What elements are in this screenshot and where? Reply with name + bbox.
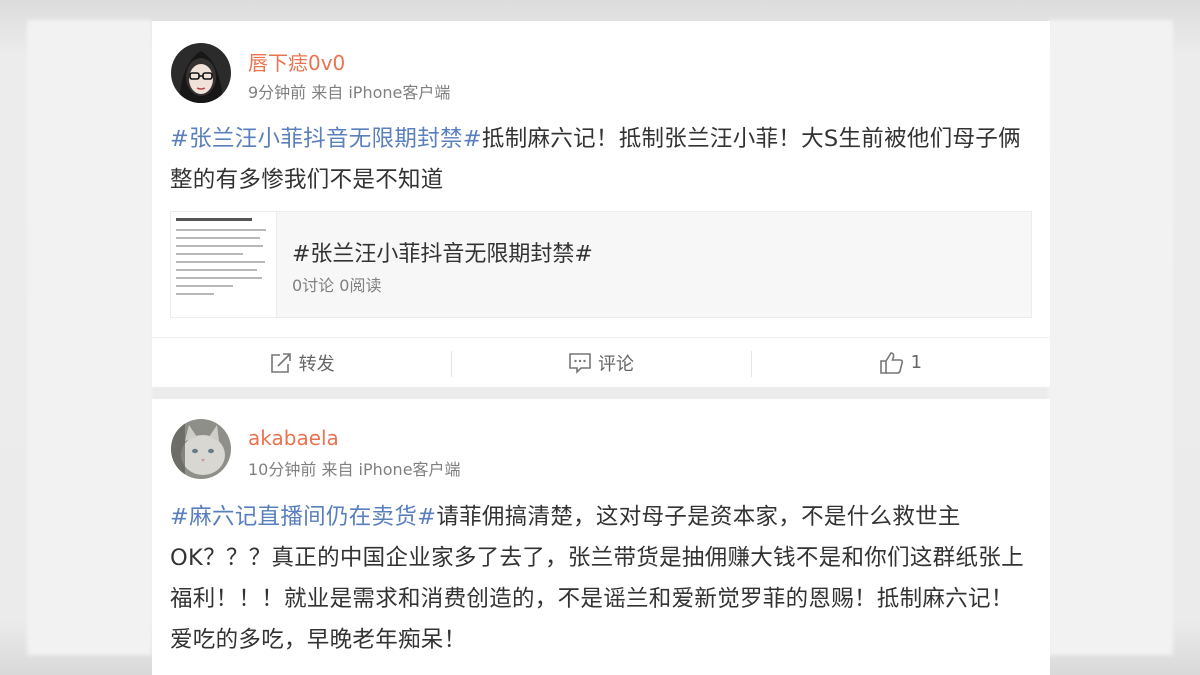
comment-icon xyxy=(569,352,591,374)
topic-stats: 0讨论 0阅读 xyxy=(292,276,382,295)
blurred-edge-left xyxy=(27,20,152,655)
post-content: #张兰汪小菲抖音无限期封禁#抵制麻六记！抵制张兰汪小菲！大S生前被他们母子俩整的… xyxy=(170,119,1034,201)
post-meta: 9分钟前 来自 iPhone客户端 xyxy=(248,83,451,102)
avatar[interactable] xyxy=(171,43,231,103)
like-button[interactable]: 1 xyxy=(750,338,1050,387)
comment-button[interactable]: 评论 xyxy=(451,338,750,387)
blurred-edge-right xyxy=(1048,20,1173,655)
username[interactable]: 唇下痣0v0 xyxy=(248,47,345,76)
topic-thumbnail xyxy=(171,212,277,317)
avatar[interactable] xyxy=(171,419,231,479)
topic-title[interactable]: #张兰汪小菲抖音无限期封禁# xyxy=(292,236,593,268)
repost-button[interactable]: 转发 xyxy=(152,338,451,387)
weibo-post: 唇下痣0v0 9分钟前 来自 iPhone客户端 #张兰汪小菲抖音无限期封禁#抵… xyxy=(152,21,1050,387)
hashtag-link[interactable]: #张兰汪小菲抖音无限期封禁# xyxy=(170,126,482,152)
username[interactable]: akabaela xyxy=(248,426,339,450)
action-bar: 转发 评论 1 xyxy=(152,337,1050,387)
repost-label: 转发 xyxy=(298,353,335,375)
comment-label: 评论 xyxy=(597,353,634,375)
repost-icon xyxy=(270,352,291,373)
weibo-post: akabaela 10分钟前 来自 iPhone客户端 #麻六记直播间仍在卖货#… xyxy=(152,399,1050,675)
like-count: 1 xyxy=(910,352,923,373)
post-content: #麻六记直播间仍在卖货#请菲佣搞清楚，这对母子是资本家，不是什么救世主OK？？？… xyxy=(170,497,1034,661)
like-icon xyxy=(879,351,903,374)
post-meta: 10分钟前 来自 iPhone客户端 xyxy=(248,460,461,479)
topic-card[interactable]: #张兰汪小菲抖音无限期封禁# 0讨论 0阅读 xyxy=(170,211,1032,318)
hashtag-link[interactable]: #麻六记直播间仍在卖货# xyxy=(170,504,436,530)
